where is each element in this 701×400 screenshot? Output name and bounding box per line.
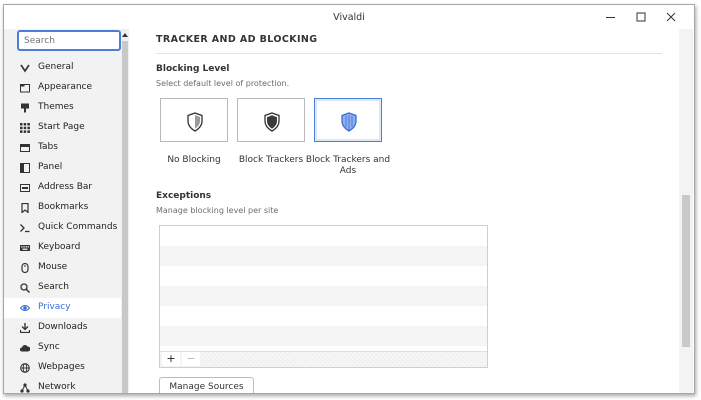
shield-empty-icon xyxy=(187,112,203,132)
sidebar-item-label: Sync xyxy=(38,342,60,352)
list-item xyxy=(160,266,487,286)
sidebar-item-privacy[interactable]: Privacy xyxy=(4,298,121,318)
sidebar-item-keyboard[interactable]: Keyboard xyxy=(4,238,121,258)
eye-icon xyxy=(20,304,30,312)
sidebar-item-label: Webpages xyxy=(38,362,85,372)
folder-icon xyxy=(20,84,30,93)
sidebar-item-label: Privacy xyxy=(38,302,71,312)
scroll-up-arrow-icon[interactable] xyxy=(121,31,129,39)
settings-nav: General Appearance Themes Start Page Tab… xyxy=(4,58,121,393)
sidebar-item-label: Mouse xyxy=(38,262,68,272)
close-button[interactable] xyxy=(656,5,686,29)
grid-icon xyxy=(20,123,30,133)
keyboard-icon xyxy=(20,245,30,251)
sidebar-item-tabs[interactable]: Tabs xyxy=(4,138,121,158)
exceptions-description: Manage blocking level per site xyxy=(156,206,279,215)
add-exception-button[interactable]: + xyxy=(162,352,180,366)
address-bar-icon xyxy=(20,184,30,192)
sidebar-item-general[interactable]: General xyxy=(4,58,121,78)
list-item xyxy=(160,286,487,306)
sidebar-item-appearance[interactable]: Appearance xyxy=(4,78,121,98)
remove-exception-button[interactable]: − xyxy=(182,352,200,366)
settings-content: TRACKER AND AD BLOCKING Blocking Level S… xyxy=(129,29,679,393)
close-icon xyxy=(666,12,676,22)
magnifier-icon xyxy=(20,283,30,293)
no-blocking-option[interactable] xyxy=(160,98,228,142)
exceptions-heading: Exceptions xyxy=(156,191,212,201)
settings-sidebar: General Appearance Themes Start Page Tab… xyxy=(4,29,129,393)
tabs-icon xyxy=(20,144,30,152)
list-item xyxy=(160,246,487,266)
manage-sources-button[interactable]: Manage Sources xyxy=(159,377,254,393)
sidebar-item-start-page[interactable]: Start Page xyxy=(4,118,121,138)
blocking-level-heading: Blocking Level xyxy=(156,64,230,74)
sidebar-item-quick-commands[interactable]: Quick Commands xyxy=(4,218,121,238)
sidebar-item-label: Bookmarks xyxy=(38,202,89,212)
vivaldi-settings-window: Vivaldi General Appearance The xyxy=(3,4,695,394)
section-divider xyxy=(156,53,662,54)
exceptions-list-toolbar: + − xyxy=(160,351,487,367)
settings-search-box[interactable] xyxy=(17,30,121,51)
block-trackers-and-ads-option[interactable] xyxy=(314,98,382,142)
cloud-icon xyxy=(20,345,30,352)
minimize-button[interactable] xyxy=(596,5,626,29)
window-title: Vivaldi xyxy=(333,12,365,23)
mouse-icon xyxy=(21,263,29,273)
sidebar-item-themes[interactable]: Themes xyxy=(4,98,121,118)
list-item xyxy=(160,306,487,326)
sidebar-item-webpages[interactable]: Webpages xyxy=(4,358,121,378)
sidebar-item-label: Themes xyxy=(38,102,74,112)
exceptions-list[interactable]: + − xyxy=(159,225,488,368)
sidebar-scrollbar[interactable] xyxy=(121,29,129,393)
block-trackers-option[interactable] xyxy=(237,98,305,142)
bookmark-icon xyxy=(21,203,29,213)
brush-icon xyxy=(21,103,29,113)
sidebar-scrollbar-thumb[interactable] xyxy=(122,41,128,393)
sidebar-item-search[interactable]: Search xyxy=(4,278,121,298)
sidebar-item-label: Start Page xyxy=(38,122,85,132)
sidebar-item-sync[interactable]: Sync xyxy=(4,338,121,358)
sidebar-item-downloads[interactable]: Downloads xyxy=(4,318,121,338)
sidebar-item-panel[interactable]: Panel xyxy=(4,158,121,178)
content-scrollbar[interactable] xyxy=(679,29,693,393)
globe-icon xyxy=(20,363,30,373)
block-trackers-and-ads-label: Block Trackers and Ads xyxy=(305,155,391,176)
network-icon xyxy=(20,383,30,393)
sidebar-item-bookmarks[interactable]: Bookmarks xyxy=(4,198,121,218)
sidebar-item-label: Search xyxy=(38,282,69,292)
chevron-down-icon xyxy=(20,64,30,73)
maximize-icon xyxy=(636,12,646,22)
sidebar-item-label: Tabs xyxy=(38,142,58,152)
list-item xyxy=(160,326,487,346)
settings-search-input[interactable] xyxy=(22,35,116,47)
blocking-level-description: Select default level of protection. xyxy=(156,79,290,88)
maximize-button[interactable] xyxy=(626,5,656,29)
sidebar-item-label: Panel xyxy=(38,162,63,172)
sidebar-item-network[interactable]: Network xyxy=(4,378,121,393)
quick-commands-icon xyxy=(20,224,30,233)
sidebar-item-label: General xyxy=(38,62,74,72)
minimize-icon xyxy=(606,17,615,18)
sidebar-item-label: Quick Commands xyxy=(38,222,118,232)
sidebar-item-mouse[interactable]: Mouse xyxy=(4,258,121,278)
sidebar-item-label: Appearance xyxy=(38,82,93,92)
sidebar-item-address-bar[interactable]: Address Bar xyxy=(4,178,121,198)
download-icon xyxy=(20,323,30,333)
title-bar: Vivaldi xyxy=(4,5,694,29)
section-title: TRACKER AND AD BLOCKING xyxy=(156,34,318,45)
sidebar-item-label: Network xyxy=(38,382,76,392)
sidebar-item-label: Keyboard xyxy=(38,242,81,252)
list-item xyxy=(160,226,487,246)
shield-full-icon xyxy=(341,112,357,132)
content-scrollbar-thumb[interactable] xyxy=(682,195,690,347)
panel-icon xyxy=(20,163,30,173)
shield-half-icon xyxy=(264,112,280,132)
sidebar-item-label: Downloads xyxy=(38,322,88,332)
sidebar-item-label: Address Bar xyxy=(38,182,93,192)
